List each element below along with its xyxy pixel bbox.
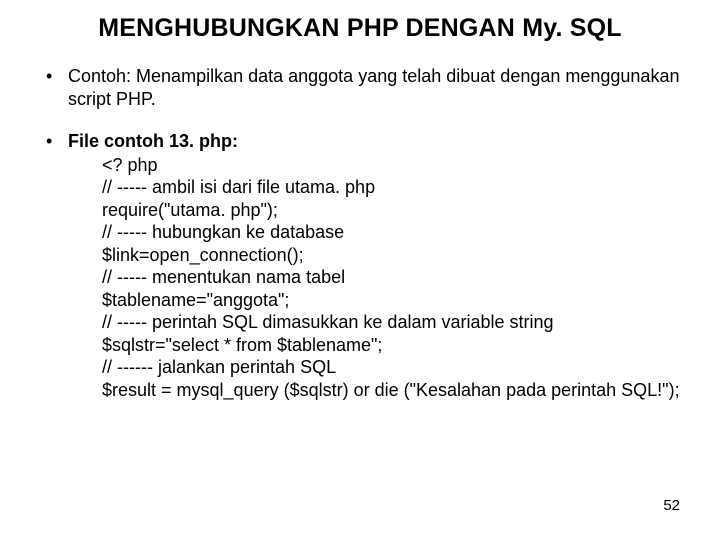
code-line: $result = mysql_query ($sqlstr) or die (… [102,379,680,402]
code-line: $link=open_connection(); [102,244,680,267]
code-block: <? php // ----- ambil isi dari file utam… [68,154,680,402]
bullet-item-intro: Contoh: Menampilkan data anggota yang te… [40,65,680,110]
code-line: // ------ jalankan perintah SQL [102,356,680,379]
code-line: <? php [102,154,680,177]
slide: MENGHUBUNGKAN PHP DENGAN My. SQL Contoh:… [0,0,720,540]
file-label: File contoh 13. php: [68,131,238,151]
bullet-list: Contoh: Menampilkan data anggota yang te… [40,65,680,401]
code-line: // ----- ambil isi dari file utama. php [102,176,680,199]
slide-title: MENGHUBUNGKAN PHP DENGAN My. SQL [40,14,680,43]
code-line: // ----- perintah SQL dimasukkan ke dala… [102,311,680,334]
code-line: $sqlstr="select * from $tablename"; [102,334,680,357]
bullet-text: Contoh: Menampilkan data anggota yang te… [68,66,679,109]
code-line: $tablename="anggota"; [102,289,680,312]
bullet-item-file: File contoh 13. php: <? php // ----- amb… [40,130,680,401]
code-line: // ----- hubungkan ke database [102,221,680,244]
code-line: // ----- menentukan nama tabel [102,266,680,289]
code-line: require("utama. php"); [102,199,680,222]
page-number: 52 [663,497,680,514]
